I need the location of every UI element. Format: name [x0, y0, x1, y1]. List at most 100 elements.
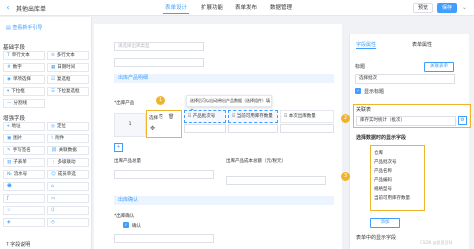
field-extra-7[interactable]: ◈	[3, 218, 45, 227]
tab-form-properties[interactable]: 表单属性	[412, 41, 432, 48]
help-guide-link[interactable]: ▤ 查看新手引导	[6, 24, 42, 31]
list-icon: ☰	[51, 89, 56, 94]
option-stock-qty[interactable]: 当前可用库存数量	[374, 195, 410, 201]
star-icon: ☆	[7, 208, 12, 213]
section-confirm: 出库确认	[114, 196, 334, 205]
field-attachment[interactable]: ⌇ 附件	[47, 134, 89, 143]
radio-icon: ◉	[7, 77, 11, 82]
field-number[interactable]: # 数字	[3, 63, 45, 72]
field-multi-select[interactable]: ☰ 下拉复选框	[47, 87, 89, 96]
confirm-checkbox[interactable]: ✓	[123, 222, 129, 228]
formula-icon: ƒ	[7, 196, 9, 201]
tag-icon: ◈	[7, 220, 11, 225]
field-location[interactable]: ◎ 定位	[47, 122, 89, 131]
tab-extended[interactable]: 扩展功能	[199, 3, 225, 14]
text-icon: T	[7, 53, 10, 58]
field-extra-1[interactable]: ☻	[3, 182, 45, 191]
related-form-button[interactable]: 关联表单	[424, 62, 454, 72]
display-fields-label: 选择数据时的显示字段	[356, 135, 407, 141]
watermark: CSDN @凯思百科	[420, 240, 453, 245]
confirm-text: 确认	[132, 224, 141, 229]
field-radio[interactable]: ◉ 单项选择	[3, 75, 45, 84]
tab-data-manage[interactable]: 数据管理	[268, 3, 294, 14]
settings-icon[interactable]: ⚙	[458, 116, 467, 125]
subform-label: *出库产品	[114, 101, 135, 106]
cell-stock-qty[interactable]	[228, 124, 278, 133]
field-help-link[interactable]: ? 字段说明	[6, 241, 30, 248]
pen-icon: ✎	[7, 148, 11, 153]
step-badge-3: 3	[341, 172, 350, 181]
col-product-no[interactable]: ⠿ 产品批次号	[184, 110, 226, 123]
back-arrow-icon[interactable]: ‹	[3, 3, 13, 13]
image-icon: ▣	[7, 136, 12, 141]
field-serial[interactable]: № 流水号	[3, 170, 45, 179]
field-image[interactable]: ▣ 图片	[3, 134, 45, 143]
delete-icon[interactable]: 🗑	[168, 114, 174, 120]
total-cost-input[interactable]	[226, 176, 326, 185]
field-extra-6[interactable]: ⟨⟩	[47, 206, 89, 215]
field-datetime[interactable]: ▦ 日期时间	[47, 63, 89, 72]
field-related-data[interactable]: ⛓ 关联数据	[47, 146, 89, 155]
option-warehouse[interactable]: 仓库	[374, 150, 383, 156]
field-divider[interactable]: — 分割线	[3, 99, 45, 108]
field-extra-8[interactable]: ◷	[47, 218, 89, 227]
show-title-checkbox[interactable]: ✓	[355, 88, 361, 94]
number-icon: #	[7, 65, 11, 70]
field-extra-4[interactable]: ▭	[47, 194, 89, 203]
cell-product-no[interactable]	[184, 124, 226, 133]
location-icon: ◎	[51, 124, 55, 129]
paragraph-icon: ≡	[51, 53, 55, 58]
clock-icon: ◷	[51, 220, 55, 225]
hash-icon: №	[7, 172, 12, 177]
button-icon: ▭	[51, 196, 56, 201]
tab-publish[interactable]: 表单发布	[233, 3, 259, 14]
field-member[interactable]: ☺ 成员单选	[47, 170, 89, 179]
add-row-button[interactable]: +	[114, 143, 123, 152]
field-address[interactable]: ⌖ 地址	[3, 122, 45, 131]
field-select[interactable]: ▾ 下拉框	[3, 87, 45, 96]
field-subform[interactable]: ▥ 子表单	[3, 158, 45, 167]
pin-icon: ⌖	[7, 124, 10, 129]
out-type-input[interactable]: 请选择出库类型	[114, 42, 204, 51]
option-spec[interactable]: 规格型号	[374, 186, 392, 192]
save-button[interactable]: 保存	[437, 3, 457, 13]
field-checkbox[interactable]: ☑ 复选框	[47, 75, 89, 84]
title-input[interactable]: 选择批次	[355, 74, 455, 84]
paperclip-icon: ⌇	[51, 136, 54, 141]
checkbox-icon: ☑	[51, 77, 56, 82]
section-product-detail: 出库产品明细	[114, 74, 334, 83]
cell-out-qty[interactable]	[280, 124, 334, 133]
copy-icon[interactable]: ⎘	[159, 114, 163, 120]
tree-icon: ⋮	[51, 160, 56, 165]
step-badge-1: 1	[156, 96, 165, 105]
field-cascade[interactable]: ⋮ 多级联动	[47, 158, 89, 167]
field-multi-text[interactable]: ≡ 多行文本	[47, 51, 89, 60]
user-icon: ☺	[51, 172, 56, 177]
option-batch-no[interactable]: 产品批次号	[374, 159, 397, 165]
row-number: 1	[114, 113, 146, 137]
field-extra-3[interactable]: ƒ	[3, 194, 45, 203]
col-stock-qty[interactable]: ⠿ 当前可用库存数量	[228, 110, 278, 123]
drag-handle-icon[interactable]: ✥	[150, 125, 155, 132]
more-icon[interactable]: ⌄	[462, 4, 467, 11]
field-signature[interactable]: ✎ 手写签名	[3, 146, 45, 155]
field-extra-5[interactable]: ☆	[3, 206, 45, 215]
link-icon: ⛓	[51, 148, 57, 153]
tooltip: 选择后可以自动带出产品数据（选择组件）填充。	[186, 95, 272, 113]
table-icon: ▥	[7, 160, 12, 165]
tab-field-properties[interactable]: 字段属性	[356, 41, 377, 49]
total-qty-input[interactable]	[114, 170, 214, 179]
tab-form-design[interactable]: 表单设计	[163, 3, 189, 14]
option-product-name[interactable]: 产品名称	[374, 168, 392, 174]
preview-button[interactable]: 预览	[413, 3, 433, 13]
add-display-field-button[interactable]: 添加	[370, 218, 400, 228]
option-product-code[interactable]: 产品编码	[374, 177, 392, 183]
field-single-text[interactable]: T 单行文本	[3, 51, 45, 60]
related-form-input[interactable]: 库存实时统计（批次）	[356, 116, 456, 126]
bottom-input[interactable]	[114, 234, 214, 243]
col-out-qty[interactable]: ⠿ 本次出库数量	[280, 110, 334, 123]
basic-group-title: 基础字段	[3, 45, 26, 51]
divider-icon: —	[7, 101, 12, 106]
field-extra-2[interactable]: ⌂	[47, 182, 89, 191]
placeholder-input-2[interactable]	[114, 58, 204, 67]
